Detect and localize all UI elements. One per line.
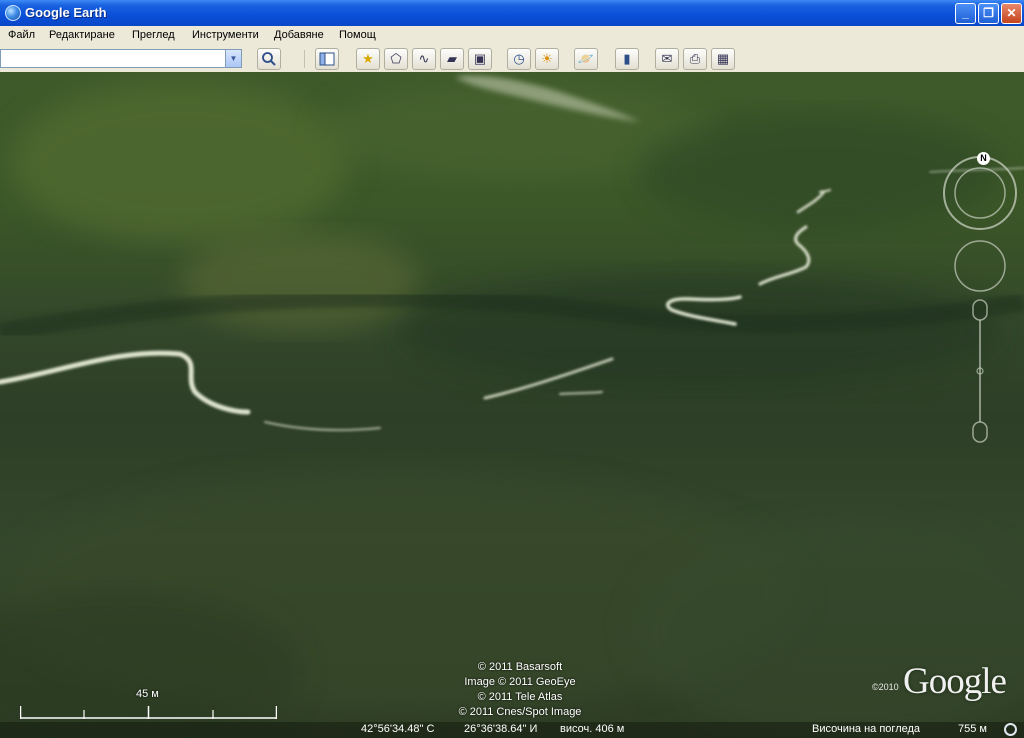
toolbar-divider — [304, 50, 305, 68]
navigation-controls: N — [940, 150, 1024, 450]
title-bar[interactable]: Google Earth _ ❐ ✕ — [0, 0, 1024, 26]
zoom-out-icon[interactable] — [972, 421, 988, 443]
planets-icon: 🪐 — [577, 51, 595, 66]
attribution-line: Image © 2011 GeoEye — [464, 676, 576, 688]
sunlight-icon: ☀ — [541, 51, 553, 66]
ruler-button[interactable]: ▮ — [615, 48, 639, 70]
maximize-button[interactable]: ❐ — [978, 3, 999, 24]
record-tour-icon: ▣ — [473, 51, 487, 66]
search-combobox[interactable]: ▼ — [0, 49, 242, 68]
latitude-readout: 42°56'34.48" С — [361, 723, 435, 735]
scale-legend-bar — [20, 706, 277, 719]
print-button[interactable]: ⎙ — [683, 48, 707, 70]
path-icon: ∿ — [418, 51, 430, 66]
google-logo: Google — [903, 661, 1007, 702]
attribution-line: © 2011 Tele Atlas — [477, 691, 563, 703]
north-indicator[interactable]: N — [977, 152, 990, 165]
menu-view[interactable]: Преглед — [132, 29, 175, 41]
email-button[interactable]: ✉ — [655, 48, 679, 70]
longitude-readout: 26°36'38.64" И — [464, 723, 538, 735]
email-icon: ✉ — [661, 51, 673, 66]
sunlight-button[interactable]: ☀ — [535, 48, 559, 70]
record-tour-button[interactable]: ▣ — [468, 48, 492, 70]
search-button[interactable] — [257, 48, 281, 70]
image-overlay-icon: ▰ — [447, 51, 457, 66]
menu-help[interactable]: Помощ — [339, 29, 376, 41]
navigation-controls-graphic — [943, 156, 1017, 443]
menu-edit[interactable]: Редактиране — [49, 29, 115, 41]
chevron-down-icon[interactable]: ▼ — [225, 50, 241, 67]
scale-label: 45 м — [136, 688, 159, 700]
placemark-icon: ★ — [362, 51, 374, 66]
menu-bar: Файл Редактиране Преглед Инструменти Доб… — [0, 26, 1024, 47]
attribution-line: © 2011 Cnes/Spot Image — [458, 706, 582, 718]
save-image-icon: ▦ — [716, 51, 730, 66]
add-path-button[interactable]: ∿ — [412, 48, 436, 70]
menu-add[interactable]: Добавяне — [274, 29, 324, 41]
ruler-icon: ▮ — [623, 51, 631, 66]
toolbar: ▼ ★ ⬠ ∿ ▰ ▣ ◷ ☀ 🪐 ▮ ✉ ⎙ ▦ — [0, 46, 1024, 73]
streaming-status-icon — [1004, 723, 1017, 736]
north-label: N — [980, 153, 987, 163]
look-joystick-icon[interactable] — [954, 167, 1006, 219]
menu-tools[interactable]: Инструменти — [192, 29, 259, 41]
status-bar: 42°56'34.48" С 26°36'38.64" И височ. 406… — [0, 722, 1024, 738]
close-button[interactable]: ✕ — [1001, 3, 1022, 24]
add-placemark-button[interactable]: ★ — [356, 48, 380, 70]
search-icon — [262, 52, 276, 66]
switch-planets-button[interactable]: 🪐 — [574, 48, 598, 70]
imagery-attribution: © 2011 Basarsoft Image © 2011 GeoEye © 2… — [420, 660, 620, 720]
terrain-imagery — [0, 75, 1024, 738]
eye-altitude-label: Височина на погледа — [812, 723, 921, 735]
sidebar-toggle-icon — [319, 52, 335, 66]
menu-file[interactable]: Файл — [8, 29, 35, 41]
add-image-overlay-button[interactable]: ▰ — [440, 48, 464, 70]
move-joystick-icon[interactable] — [954, 240, 1006, 292]
window-title: Google Earth — [25, 5, 107, 20]
print-icon: ⎙ — [689, 51, 701, 66]
save-image-button[interactable]: ▦ — [711, 48, 735, 70]
earth-3d-view[interactable]: N — [0, 72, 1024, 738]
minimize-button[interactable]: _ — [955, 3, 976, 24]
historical-imagery-button[interactable]: ◷ — [507, 48, 531, 70]
logo-year: ©2010 — [872, 682, 899, 692]
eye-altitude-value: 755 м — [958, 723, 987, 735]
historical-imagery-icon: ◷ — [513, 51, 525, 66]
zoom-in-icon[interactable] — [972, 299, 988, 321]
search-input[interactable] — [1, 50, 231, 67]
google-earth-window: Google Earth _ ❐ ✕ Файл Редактиране Прег… — [0, 0, 1024, 738]
elevation-readout: височ. 406 м — [560, 723, 625, 735]
add-polygon-button[interactable]: ⬠ — [384, 48, 408, 70]
attribution-line: © 2011 Basarsoft — [477, 661, 563, 673]
polygon-icon: ⬠ — [390, 51, 402, 66]
google-earth-app-icon — [5, 5, 21, 21]
sidebar-toggle-button[interactable] — [315, 48, 339, 70]
